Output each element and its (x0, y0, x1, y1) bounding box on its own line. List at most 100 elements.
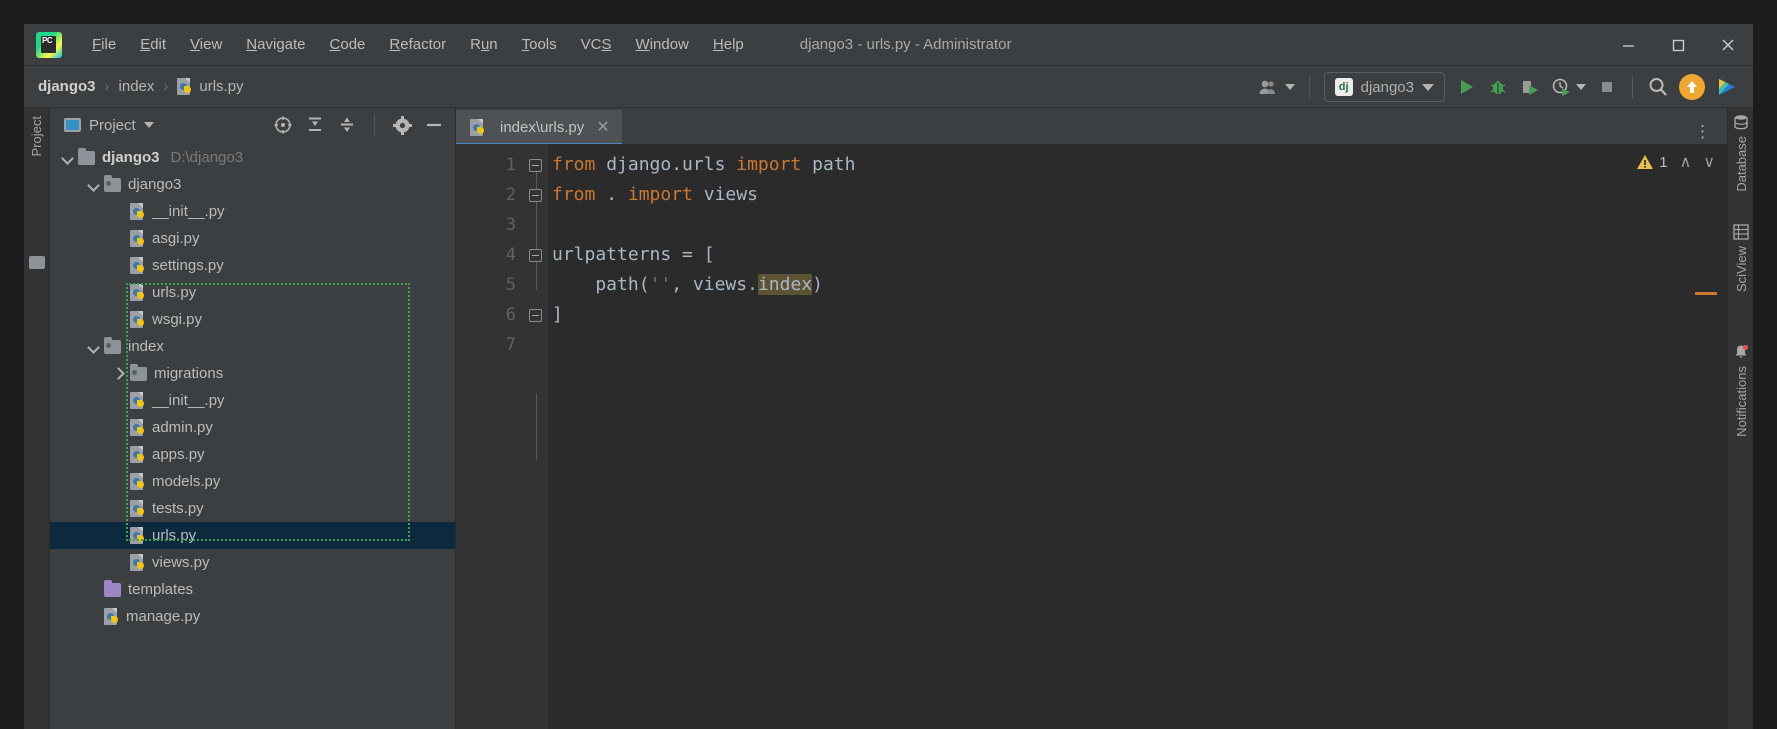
maximize-button[interactable] (1653, 24, 1703, 66)
code-token: '' (649, 274, 672, 295)
tool-window-label-database: Database (1733, 136, 1749, 192)
menu-item-window[interactable]: Window (624, 32, 701, 57)
menu-item-file[interactable]: File (80, 32, 128, 57)
tree-row[interactable]: django3 D:\django3 (50, 144, 455, 171)
run-configuration-selector[interactable]: dj django3 (1323, 72, 1445, 102)
chevron-down-icon[interactable] (143, 122, 154, 128)
tree-row-label: apps.py (152, 446, 205, 463)
tree-row[interactable]: admin.py (50, 414, 455, 441)
tree-row[interactable]: django3 (50, 171, 455, 198)
tree-row[interactable]: migrations (50, 360, 455, 387)
tree-row[interactable]: asgi.py (50, 225, 455, 252)
toolbar-divider (1308, 76, 1310, 98)
breadcrumb-item-file[interactable]: urls.py (199, 78, 243, 95)
tree-row[interactable]: models.py (50, 468, 455, 495)
share-icon[interactable] (1711, 72, 1743, 102)
breadcrumb-item-project[interactable]: django3 (38, 78, 96, 95)
folder-icon (104, 336, 121, 354)
line-number: 6 (505, 305, 516, 325)
code-editor[interactable]: 1234567 from django.urls import path from… (456, 144, 1727, 729)
previous-problem-icon[interactable]: ∧ (1680, 152, 1692, 172)
editor-options-icon[interactable]: ⋮ (1694, 123, 1727, 144)
python-file-icon (130, 392, 146, 409)
project-folder-icon[interactable] (29, 256, 45, 269)
chevron-right-icon[interactable] (112, 366, 127, 381)
tree-row[interactable]: views.py (50, 549, 455, 576)
tool-window-button-database[interactable]: Database (1728, 114, 1754, 192)
python-file-icon (130, 230, 146, 247)
debug-bug-icon[interactable] (1483, 72, 1513, 102)
chevron-down-icon (1422, 83, 1434, 91)
tree-row-label: urls.py (152, 527, 197, 544)
tree-row[interactable]: __init__.py (50, 387, 455, 414)
user-accounts-icon[interactable] (1254, 72, 1299, 102)
editor-tab-urls[interactable]: index\urls.py ✕ (456, 110, 622, 146)
tree-row[interactable]: index (50, 333, 455, 360)
menu-item-refactor[interactable]: Refactor (377, 32, 458, 57)
code-line[interactable]: path('', views.index) (548, 270, 1727, 300)
close-icon[interactable]: ✕ (596, 117, 609, 137)
main-body: Project Project django3 D:\django3 djang… (24, 108, 1753, 729)
expand-all-icon[interactable] (302, 112, 328, 138)
menu-item-edit[interactable]: Edit (128, 32, 178, 57)
code-folding-column[interactable] (526, 144, 548, 729)
code-line[interactable] (548, 210, 1727, 240)
search-icon[interactable] (1643, 72, 1673, 102)
code-line[interactable]: urlpatterns = [ (548, 240, 1727, 270)
tool-window-button-notifications[interactable]: Notifications (1728, 344, 1754, 437)
stop-button[interactable] (1592, 72, 1622, 102)
project-window-icon (64, 118, 81, 132)
chevron-down-icon[interactable] (86, 339, 101, 354)
menu-item-help[interactable]: Help (701, 32, 756, 57)
code-line[interactable]: from django.urls import path (548, 150, 1727, 180)
hide-panel-icon[interactable] (421, 112, 447, 138)
profile-icon[interactable] (1547, 72, 1590, 102)
menu-item-tools[interactable]: Tools (510, 32, 569, 57)
window-controls (1603, 24, 1753, 66)
next-problem-icon[interactable]: ∨ (1703, 152, 1715, 172)
chevron-down-icon[interactable] (86, 177, 101, 192)
chevron-down-icon[interactable] (60, 150, 75, 165)
status-badge[interactable]: 1 (1636, 154, 1668, 171)
menu-item-navigate[interactable]: Navigate (234, 32, 317, 57)
code-line[interactable]: ] (548, 300, 1727, 330)
select-opened-file-icon[interactable] (270, 112, 296, 138)
minimize-button[interactable] (1603, 24, 1653, 66)
line-number: 5 (505, 275, 516, 295)
menu-item-code[interactable]: Code (318, 32, 378, 57)
code-line[interactable] (548, 330, 1727, 360)
warning-triangle-icon (1637, 154, 1654, 169)
toolbar-divider (1632, 76, 1633, 98)
tree-row[interactable]: __init__.py (50, 198, 455, 225)
tree-row[interactable]: urls.py (50, 279, 455, 306)
tree-row[interactable]: templates (50, 576, 455, 603)
code-token: path (801, 154, 856, 175)
code-line[interactable]: from . import views (548, 180, 1727, 210)
tool-window-button-project[interactable]: Project (29, 116, 44, 156)
inspection-widget[interactable]: 1 ∧ ∨ (1636, 152, 1715, 172)
tree-row[interactable]: apps.py (50, 441, 455, 468)
menu-item-vcs[interactable]: VCS (569, 32, 624, 57)
project-file-tree[interactable]: django3 D:\django3 django3 __init__.py asgi.… (50, 142, 455, 729)
settings-gear-icon[interactable] (389, 112, 415, 138)
project-tool-window: Project django3 D:\django3 django3 __ini… (50, 108, 456, 729)
collapse-all-icon[interactable] (334, 112, 360, 138)
close-button[interactable] (1703, 24, 1753, 66)
run-button[interactable] (1451, 72, 1481, 102)
left-tool-strip: Project (24, 108, 50, 729)
code-token: ) (812, 274, 823, 295)
tree-row[interactable]: tests.py (50, 495, 455, 522)
update-project-icon[interactable] (1675, 72, 1709, 102)
tree-row[interactable]: urls.py (50, 522, 455, 549)
breadcrumb-item-index[interactable]: index (119, 78, 155, 95)
tool-window-button-sciview[interactable]: SciView (1728, 224, 1754, 292)
menu-item-run[interactable]: Run (458, 32, 510, 57)
error-stripe-marker[interactable] (1695, 292, 1717, 295)
tree-row[interactable]: manage.py (50, 603, 455, 630)
tree-row[interactable]: wsgi.py (50, 306, 455, 333)
run-with-coverage-icon[interactable] (1515, 72, 1545, 102)
tree-row[interactable]: settings.py (50, 252, 455, 279)
menu-item-view[interactable]: View (178, 32, 234, 57)
code-content[interactable]: from django.urls import path from . impor… (548, 144, 1727, 729)
